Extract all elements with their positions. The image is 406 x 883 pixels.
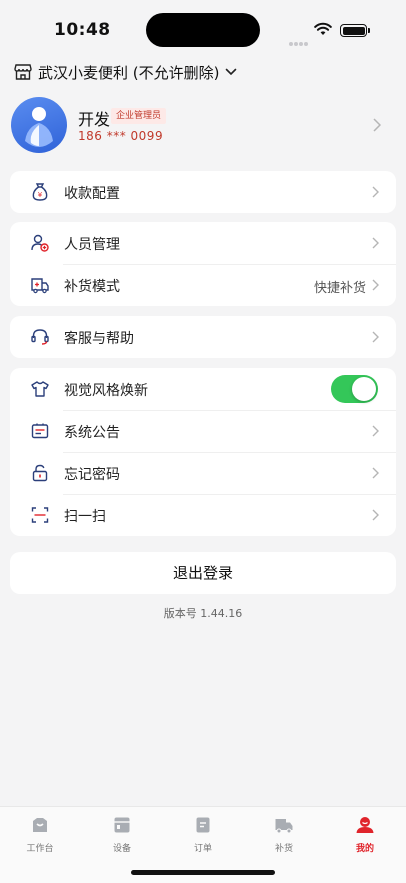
restock-truck-icon — [31, 278, 49, 294]
menu-label: 人员管理 — [64, 237, 120, 253]
tab-restock[interactable]: 补货 — [254, 815, 314, 854]
settings-card: 视觉风格焕新 系统公告 忘记密码 扫一扫 — [10, 368, 396, 536]
status-time: 10:48 — [54, 20, 111, 40]
chevron-right-icon — [373, 118, 381, 132]
tab-order[interactable]: 订单 — [173, 815, 233, 854]
menu-label: 系统公告 — [64, 425, 120, 441]
shop-icon — [14, 64, 32, 80]
battery-icon — [340, 24, 370, 37]
support-card: 客服与帮助 — [10, 316, 396, 358]
unlock-icon — [32, 464, 48, 482]
restock-mode-value: 快捷补货 — [313, 281, 366, 296]
menu-label: 收款配置 — [64, 186, 120, 202]
menu-label: 扫一扫 — [64, 509, 106, 525]
logout-button[interactable]: 退出登录 — [10, 552, 396, 594]
tab-label: 我的 — [355, 844, 374, 854]
visual-refresh-toggle[interactable] — [331, 375, 378, 403]
tab-workbench[interactable]: 工作台 — [10, 815, 70, 854]
svg-text:¥: ¥ — [38, 191, 43, 199]
tab-label: 订单 — [193, 844, 212, 854]
menu-item-staff-management[interactable]: 人员管理 — [10, 222, 396, 264]
tab-device[interactable]: 设备 — [92, 815, 152, 854]
menu-item-scan[interactable]: 扫一扫 — [10, 494, 396, 536]
tshirt-icon — [31, 381, 49, 397]
truck-icon — [275, 819, 293, 834]
tab-label: 设备 — [112, 844, 131, 854]
chevron-right-icon — [372, 509, 379, 521]
menu-item-visual-refresh: 视觉风格焕新 — [10, 368, 396, 410]
home-indicator — [131, 870, 275, 875]
profile-phone: 186 *** 0099 — [78, 129, 164, 143]
device-icon — [114, 817, 130, 833]
chevron-right-icon — [372, 425, 379, 437]
chevron-right-icon — [372, 279, 379, 291]
version-text: 版本号 1.44.16 — [163, 607, 243, 620]
signal-icon — [289, 31, 309, 50]
profile-name: 开发 — [78, 110, 111, 129]
tab-label: 工作台 — [26, 844, 54, 854]
management-card: 人员管理 补货模式 快捷补货 — [10, 222, 396, 306]
profile-card[interactable]: 开发 企业管理员 186 *** 0099 — [0, 92, 406, 162]
announcement-icon — [31, 423, 49, 439]
store-name: 武汉小麦便利 (不允许删除) — [38, 63, 220, 82]
menu-label: 客服与帮助 — [64, 331, 134, 347]
menu-item-restock-mode[interactable]: 补货模式 快捷补货 — [10, 264, 396, 306]
workbench-icon — [33, 818, 47, 832]
chevron-down-icon — [226, 68, 237, 76]
wifi-icon — [314, 22, 332, 35]
payment-card: ¥ 收款配置 — [10, 171, 396, 213]
status-bar: 10:48 — [0, 0, 406, 56]
headset-icon — [31, 329, 49, 345]
money-bag-icon: ¥ — [32, 183, 48, 201]
order-icon — [196, 817, 210, 833]
menu-item-announcements[interactable]: 系统公告 — [10, 410, 396, 452]
chevron-right-icon — [372, 237, 379, 249]
dynamic-island — [146, 13, 260, 47]
menu-item-forgot-password[interactable]: 忘记密码 — [10, 452, 396, 494]
chevron-right-icon — [372, 467, 379, 479]
menu-item-support[interactable]: 客服与帮助 — [10, 316, 396, 358]
menu-label: 补货模式 — [64, 279, 120, 295]
chevron-right-icon — [372, 331, 379, 343]
role-badge: 企业管理员 — [111, 108, 167, 124]
avatar — [11, 97, 67, 153]
scan-icon — [31, 507, 49, 523]
chevron-right-icon — [372, 186, 379, 198]
tab-mine[interactable]: 我的 — [335, 815, 395, 854]
staff-icon — [31, 234, 49, 252]
menu-item-payment-config[interactable]: ¥ 收款配置 — [10, 171, 396, 213]
menu-label: 视觉风格焕新 — [64, 383, 148, 399]
store-selector[interactable]: 武汉小麦便利 (不允许删除) — [14, 61, 237, 83]
menu-label: 忘记密码 — [64, 467, 120, 483]
profile-icon — [356, 817, 374, 833]
tab-label: 补货 — [274, 844, 293, 854]
